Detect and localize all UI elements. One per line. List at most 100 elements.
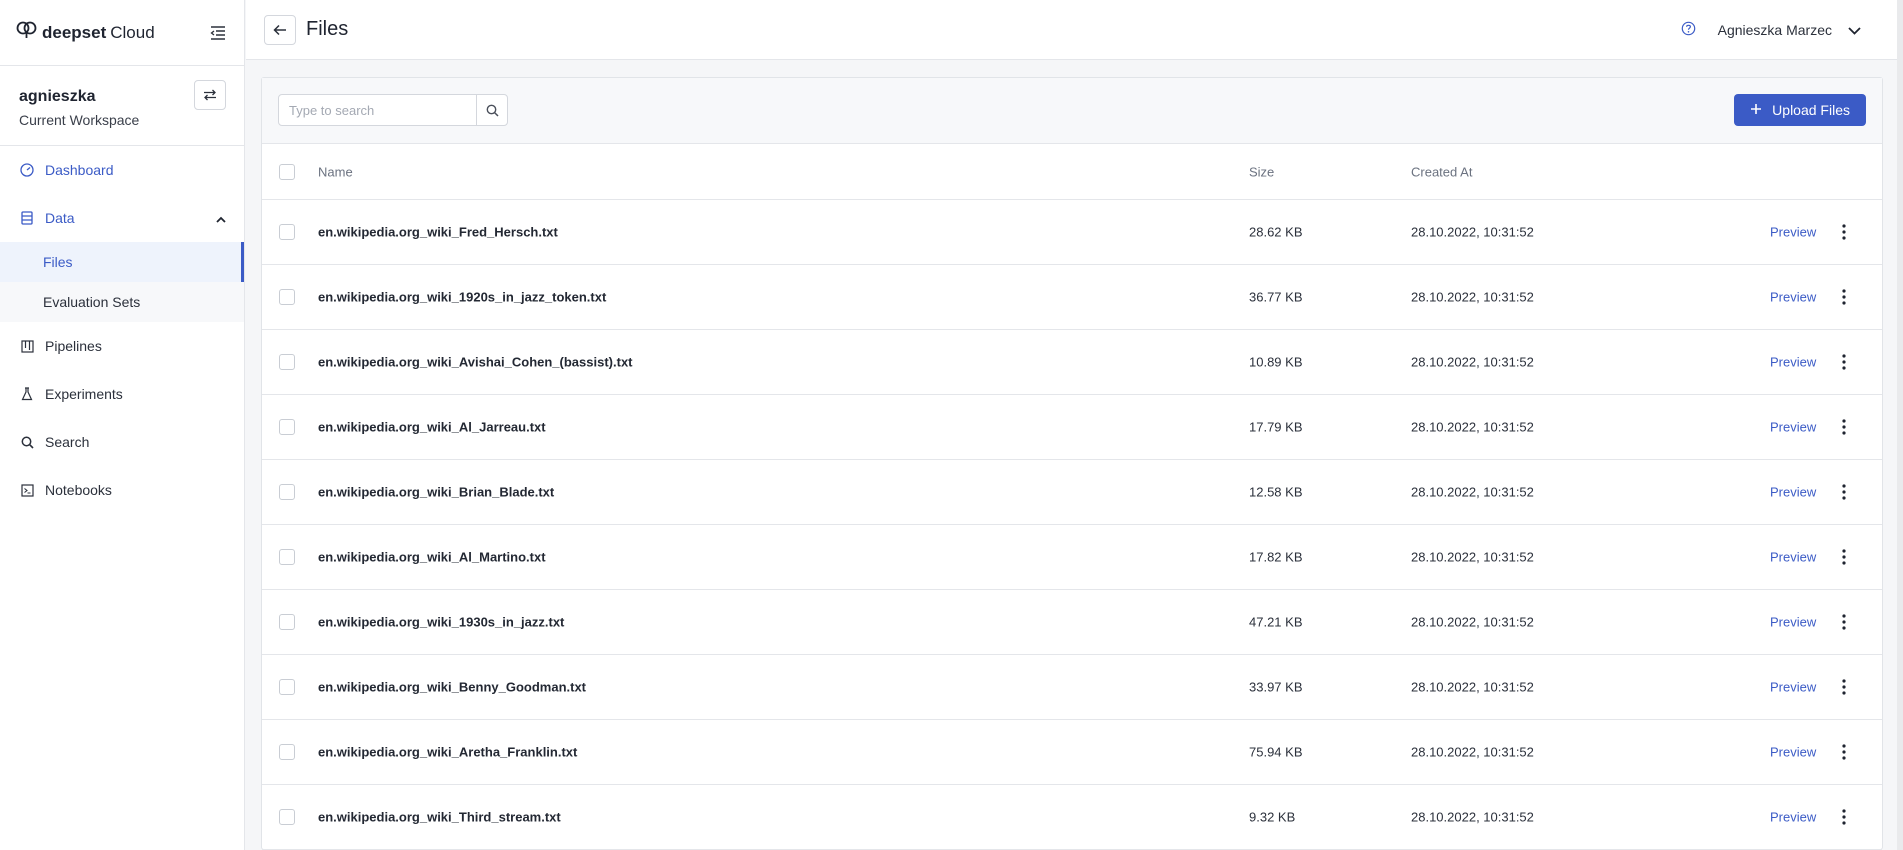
file-name[interactable]: en.wikipedia.org_wiki_Benny_Goodman.txt bbox=[318, 680, 586, 695]
file-created: 28.10.2022, 10:31:52 bbox=[1411, 419, 1534, 435]
preview-link[interactable]: Preview bbox=[1770, 225, 1816, 240]
file-name[interactable]: en.wikipedia.org_wiki_Fred_Hersch.txt bbox=[318, 225, 558, 240]
page-title: Files bbox=[306, 18, 349, 40]
file-size: 17.82 KB bbox=[1249, 549, 1303, 565]
file-name[interactable]: en.wikipedia.org_wiki_Third_stream.txt bbox=[318, 810, 561, 825]
more-vertical-icon[interactable] bbox=[1836, 611, 1852, 633]
row-checkbox[interactable] bbox=[279, 614, 295, 630]
file-created: 28.10.2022, 10:31:52 bbox=[1411, 549, 1534, 565]
file-name[interactable]: en.wikipedia.org_wiki_Aretha_Franklin.tx… bbox=[318, 745, 577, 760]
more-vertical-icon[interactable] bbox=[1836, 806, 1852, 828]
pipelines-icon bbox=[19, 338, 35, 354]
menu-collapse-icon[interactable] bbox=[210, 25, 226, 40]
chevron-up-icon[interactable] bbox=[216, 210, 226, 226]
dashboard-icon bbox=[19, 162, 35, 178]
file-name[interactable]: en.wikipedia.org_wiki_Brian_Blade.txt bbox=[318, 485, 554, 500]
sidebar-item-experiments[interactable]: Experiments bbox=[0, 370, 244, 418]
table-row: en.wikipedia.org_wiki_Third_stream.txt 9… bbox=[262, 785, 1882, 850]
more-vertical-icon[interactable] bbox=[1836, 286, 1852, 308]
page-header: Files Agnieszka Marzec bbox=[246, 0, 1903, 60]
table-row: en.wikipedia.org_wiki_Brian_Blade.txt 12… bbox=[262, 460, 1882, 525]
flask-icon bbox=[19, 386, 35, 402]
plus-icon bbox=[1750, 102, 1762, 118]
sidebar-item-dashboard[interactable]: Dashboard bbox=[0, 146, 244, 194]
more-vertical-icon[interactable] bbox=[1836, 741, 1852, 763]
column-header-size[interactable]: Size bbox=[1249, 164, 1274, 179]
file-name[interactable]: en.wikipedia.org_wiki_Al_Martino.txt bbox=[318, 550, 546, 565]
table-row: en.wikipedia.org_wiki_Fred_Hersch.txt 28… bbox=[262, 200, 1882, 265]
file-name[interactable]: en.wikipedia.org_wiki_1930s_in_jazz.txt bbox=[318, 615, 564, 630]
table-header: Name Size Created At bbox=[262, 144, 1882, 200]
column-header-name[interactable]: Name bbox=[318, 164, 353, 179]
sidebar-item-pipelines[interactable]: Pipelines bbox=[0, 322, 244, 370]
page-scrollbar[interactable] bbox=[1897, 0, 1903, 850]
chevron-down-icon[interactable] bbox=[1848, 22, 1861, 38]
select-all-checkbox[interactable] bbox=[279, 163, 295, 180]
file-created: 28.10.2022, 10:31:52 bbox=[1411, 614, 1534, 630]
file-created: 28.10.2022, 10:31:52 bbox=[1411, 484, 1534, 500]
file-size: 28.62 KB bbox=[1249, 224, 1303, 240]
upload-files-button[interactable]: Upload Files bbox=[1734, 94, 1866, 126]
sidebar-item-label: Pipelines bbox=[45, 338, 102, 354]
sidebar-item-search[interactable]: Search bbox=[0, 418, 244, 466]
file-name[interactable]: en.wikipedia.org_wiki_1920s_in_jazz_toke… bbox=[318, 290, 606, 305]
sidebar-item-label: Dashboard bbox=[45, 162, 114, 178]
row-checkbox[interactable] bbox=[279, 549, 295, 565]
help-circle-icon[interactable] bbox=[1681, 21, 1696, 39]
logo[interactable]: deepset Cloud bbox=[16, 20, 155, 45]
back-button[interactable] bbox=[264, 14, 296, 45]
cloud-logo-icon bbox=[16, 20, 38, 45]
more-vertical-icon[interactable] bbox=[1836, 416, 1852, 438]
search-button[interactable] bbox=[476, 95, 507, 125]
workspace-block: agnieszka Current Workspace bbox=[0, 66, 244, 146]
row-checkbox[interactable] bbox=[279, 679, 295, 695]
more-vertical-icon[interactable] bbox=[1836, 221, 1852, 243]
row-checkbox[interactable] bbox=[279, 289, 295, 305]
file-created: 28.10.2022, 10:31:52 bbox=[1411, 744, 1534, 760]
switch-arrows-icon bbox=[204, 89, 216, 101]
table-row: en.wikipedia.org_wiki_Al_Martino.txt 17.… bbox=[262, 525, 1882, 590]
brand-name: deepset bbox=[42, 22, 107, 42]
row-checkbox[interactable] bbox=[279, 809, 295, 825]
preview-link[interactable]: Preview bbox=[1770, 680, 1816, 695]
preview-link[interactable]: Preview bbox=[1770, 290, 1816, 305]
file-size: 33.97 KB bbox=[1249, 679, 1303, 695]
sidebar-subitem-files[interactable]: Files bbox=[0, 242, 244, 282]
preview-link[interactable]: Preview bbox=[1770, 615, 1816, 630]
more-vertical-icon[interactable] bbox=[1836, 546, 1852, 568]
search-input[interactable] bbox=[279, 95, 476, 125]
preview-link[interactable]: Preview bbox=[1770, 485, 1816, 500]
file-created: 28.10.2022, 10:31:52 bbox=[1411, 354, 1534, 370]
file-size: 9.32 KB bbox=[1249, 809, 1296, 825]
row-checkbox[interactable] bbox=[279, 224, 295, 240]
user-name: Agnieszka Marzec bbox=[1717, 22, 1832, 38]
workspace-label: Current Workspace bbox=[19, 112, 140, 128]
sidebar-subitem-evaluation-sets[interactable]: Evaluation Sets bbox=[0, 282, 244, 322]
preview-link[interactable]: Preview bbox=[1770, 355, 1816, 370]
table-row: en.wikipedia.org_wiki_Benny_Goodman.txt … bbox=[262, 655, 1882, 720]
preview-link[interactable]: Preview bbox=[1770, 550, 1816, 565]
column-header-created[interactable]: Created At bbox=[1411, 164, 1472, 179]
preview-link[interactable]: Preview bbox=[1770, 420, 1816, 435]
row-checkbox[interactable] bbox=[279, 744, 295, 760]
files-toolbar: Upload Files bbox=[262, 78, 1882, 144]
preview-link[interactable]: Preview bbox=[1770, 745, 1816, 760]
more-vertical-icon[interactable] bbox=[1836, 676, 1852, 698]
more-vertical-icon[interactable] bbox=[1836, 351, 1852, 373]
file-size: 12.58 KB bbox=[1249, 484, 1303, 500]
row-checkbox[interactable] bbox=[279, 419, 295, 435]
file-size: 10.89 KB bbox=[1249, 354, 1303, 370]
file-created: 28.10.2022, 10:31:52 bbox=[1411, 224, 1534, 240]
preview-link[interactable]: Preview bbox=[1770, 810, 1816, 825]
user-menu[interactable]: Agnieszka Marzec bbox=[1681, 0, 1861, 60]
switch-workspace-button[interactable] bbox=[194, 80, 226, 110]
more-vertical-icon[interactable] bbox=[1836, 481, 1852, 503]
sidebar-item-data[interactable]: Data bbox=[0, 194, 244, 242]
sidebar-item-notebooks[interactable]: Notebooks bbox=[0, 466, 244, 514]
table-row: en.wikipedia.org_wiki_Aretha_Franklin.tx… bbox=[262, 720, 1882, 785]
file-name[interactable]: en.wikipedia.org_wiki_Avishai_Cohen_(bas… bbox=[318, 355, 633, 370]
file-name[interactable]: en.wikipedia.org_wiki_Al_Jarreau.txt bbox=[318, 420, 546, 435]
sidebar-item-label: Data bbox=[45, 210, 75, 226]
row-checkbox[interactable] bbox=[279, 484, 295, 500]
row-checkbox[interactable] bbox=[279, 354, 295, 370]
